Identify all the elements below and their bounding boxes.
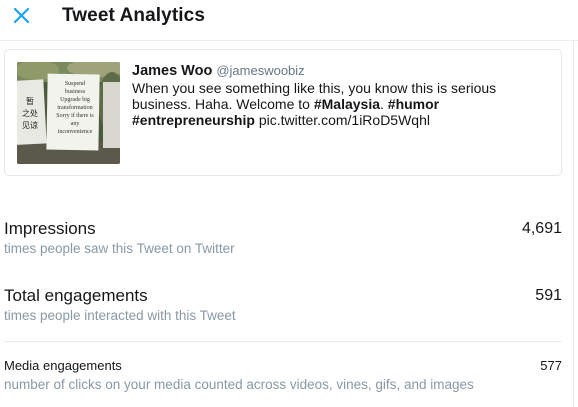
modal-header: Tweet Analytics bbox=[0, 0, 578, 41]
section-divider bbox=[4, 341, 562, 342]
scroll-edge bbox=[573, 41, 574, 407]
close-button[interactable] bbox=[10, 4, 34, 28]
media-sign-line: any bbox=[70, 121, 80, 127]
metric-description: times people interacted with this Tweet bbox=[4, 308, 236, 323]
tweet-text-line: business. Haha. Welcome to #Malaysia. #h… bbox=[132, 96, 552, 112]
media-sign-line: Sorry if there is bbox=[56, 113, 94, 119]
tweet-content: James Woo @jameswoobiz When you see somet… bbox=[132, 62, 552, 128]
media-sign-line: Suspend bbox=[64, 81, 86, 87]
metric-impressions: Impressions 4,691 times people saw this … bbox=[4, 219, 562, 259]
tweet-author: James Woo @jameswoobiz bbox=[132, 62, 552, 80]
metric-total-engagements: Total engagements 591 times people inter… bbox=[4, 286, 562, 326]
author-handle[interactable]: @jameswoobiz bbox=[216, 63, 304, 78]
tweet-text: When you see something like this, you kn… bbox=[132, 80, 552, 128]
metric-description: times people saw this Tweet on Twitter bbox=[4, 241, 235, 256]
tweet-text-line: When you see something like this, you kn… bbox=[132, 80, 497, 96]
media-sign-line: Upgrade big bbox=[60, 97, 90, 103]
metric-label: Impressions bbox=[4, 219, 96, 238]
modal-title: Tweet Analytics bbox=[62, 5, 205, 26]
media-chinese-line: 见谅 bbox=[22, 121, 38, 130]
tweet-text-line: #entrepreneurship pic.twitter.com/1iRoD5… bbox=[132, 112, 552, 128]
metric-description: number of clicks on your media counted a… bbox=[4, 377, 474, 392]
tweet-media-thumbnail[interactable]: Suspend business Upgrade big transformat… bbox=[17, 62, 120, 164]
tweet-text-segment: business. Haha. Welcome to bbox=[132, 96, 314, 112]
media-sign-line: inconvenience bbox=[57, 129, 93, 135]
media-sign-text: Suspend business Upgrade big transformat… bbox=[50, 80, 100, 136]
metric-value: 577 bbox=[540, 358, 562, 373]
close-icon bbox=[13, 7, 30, 24]
tweet-text-segment: . bbox=[380, 96, 388, 112]
media-chinese-line: 暂 bbox=[26, 97, 34, 106]
metric-value: 4,691 bbox=[521, 220, 562, 237]
media-sign-line: transformation bbox=[57, 105, 93, 111]
hashtag-entrepreneurship[interactable]: #entrepreneurship bbox=[132, 112, 255, 128]
media-sign-line: business bbox=[64, 89, 86, 95]
metric-label: Total engagements bbox=[4, 286, 148, 305]
tweet-card: Suspend business Upgrade big transformat… bbox=[4, 49, 562, 176]
author-name[interactable]: James Woo bbox=[132, 63, 212, 79]
tweet-media-link[interactable]: pic.twitter.com/1iRoD5Wqhl bbox=[255, 112, 430, 128]
tweet-analytics-modal: Tweet Analytics Suspend business Upgrade… bbox=[0, 0, 578, 407]
media-chinese-line: 之处 bbox=[22, 109, 38, 118]
metric-value: 591 bbox=[535, 287, 562, 304]
hashtag-humor[interactable]: #humor bbox=[388, 96, 439, 112]
metric-label: Media engagements bbox=[4, 358, 122, 373]
media-sign-chinese-text: 暂 之处 见谅 bbox=[17, 96, 43, 132]
metric-media-engagements: Media engagements 577 number of clicks o… bbox=[4, 358, 562, 398]
hashtag-malaysia[interactable]: #Malaysia bbox=[314, 96, 380, 112]
